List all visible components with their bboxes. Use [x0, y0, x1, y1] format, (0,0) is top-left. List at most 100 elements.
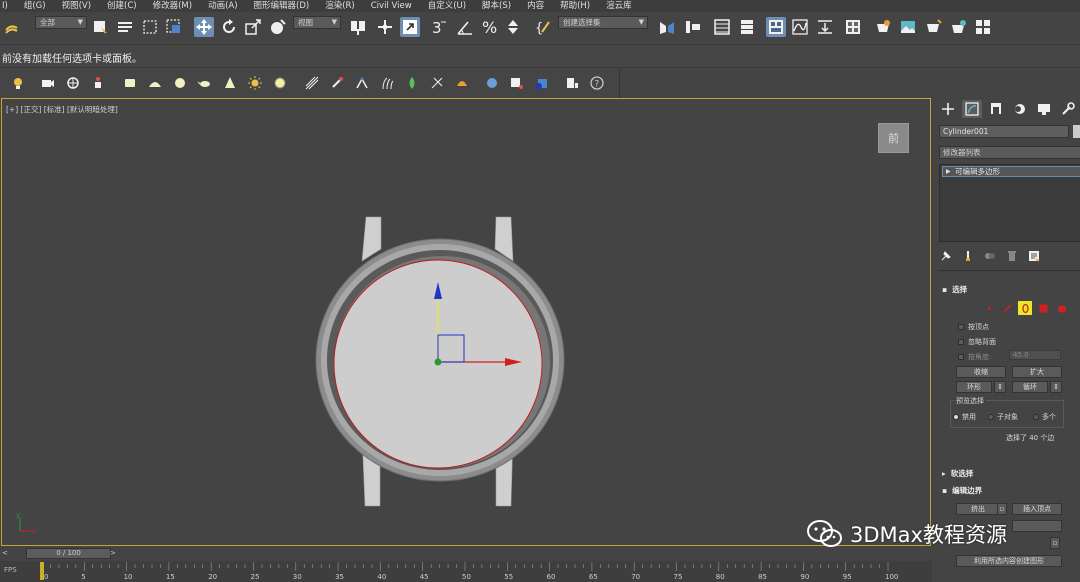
select-and-manipulate-icon[interactable]	[375, 17, 395, 37]
object-name-field[interactable]: Cylinder001	[939, 125, 1069, 138]
remove-modifier-icon[interactable]	[1005, 249, 1019, 263]
pivot-center-icon[interactable]	[348, 17, 368, 37]
by-angle-checkbox[interactable]: 按角度:	[958, 352, 991, 362]
rendered-frame-window-icon[interactable]	[898, 17, 918, 37]
curve-editor-icon[interactable]	[790, 17, 810, 37]
material-sphere-icon[interactable]	[484, 75, 500, 91]
cap-settings-button[interactable]: ▫	[1050, 537, 1060, 549]
move-tool-icon[interactable]	[194, 17, 214, 37]
rectangular-selection-icon[interactable]	[140, 17, 160, 37]
front-viewport[interactable]: y x [+] [正交] [标准] [默认明暗处理] 前	[1, 98, 931, 546]
menu-item-group[interactable]: 组(G)	[24, 0, 46, 12]
viewport-label[interactable]: [+] [正交] [标准] [默认明暗处理]	[6, 104, 118, 115]
edge-mode-icon[interactable]	[1000, 301, 1014, 315]
particle-system-icon[interactable]	[304, 75, 320, 91]
angle-snap-icon[interactable]	[455, 17, 475, 37]
ik-solver-icon[interactable]	[354, 75, 370, 91]
time-prev-button[interactable]: <	[2, 549, 8, 557]
extrude-button[interactable]: 挤出	[956, 503, 1000, 515]
foliage-icon[interactable]	[404, 75, 420, 91]
schematic-view-icon[interactable]	[815, 17, 835, 37]
menu-item-content[interactable]: 内容	[527, 0, 544, 12]
motion-tab-icon[interactable]	[1010, 100, 1030, 118]
scatter-icon[interactable]	[429, 75, 445, 91]
box-primitive-icon[interactable]	[122, 75, 138, 91]
selection-rollout-header[interactable]: ▪ 选择	[939, 284, 1080, 295]
border-mode-icon[interactable]	[1018, 301, 1032, 315]
material-editor-icon[interactable]	[843, 17, 863, 37]
shell-icon[interactable]	[454, 75, 470, 91]
rotate-tool-icon[interactable]	[219, 17, 239, 37]
time-slider-thumb[interactable]: 0 / 100	[26, 548, 111, 559]
object-color-swatch[interactable]	[1073, 125, 1080, 138]
soft-selection-rollout-header[interactable]: ▸ 软选择	[939, 468, 1080, 479]
percent-snap-icon[interactable]: %	[480, 17, 500, 37]
helper-lights-icon[interactable]	[10, 75, 26, 91]
menu-item-rendering[interactable]: 渲染(R)	[325, 0, 355, 12]
edit-named-selection-icon[interactable]: {	[533, 17, 553, 37]
time-slider[interactable]: < 0 / 100 >	[0, 546, 932, 561]
utilities-tab-icon[interactable]	[1058, 100, 1078, 118]
align-icon[interactable]	[683, 17, 703, 37]
menu-item-animation[interactable]: 动画(A)	[208, 0, 237, 12]
cone-primitive-icon[interactable]	[222, 75, 238, 91]
preview-off-radio[interactable]: 禁用	[953, 412, 976, 422]
show-end-result-icon[interactable]	[961, 249, 975, 263]
selection-filter-dropdown[interactable]: 全部 ▼	[35, 16, 87, 29]
render-gallery-icon[interactable]	[973, 17, 993, 37]
extrude-settings-button[interactable]: ▫	[997, 503, 1007, 515]
container-icon[interactable]	[564, 75, 580, 91]
biped-icon[interactable]	[90, 75, 106, 91]
scale-tool-icon[interactable]	[243, 17, 263, 37]
spinner-snap-icon[interactable]	[503, 17, 523, 37]
insert-vertex-button[interactable]: 插入顶点	[1012, 503, 1062, 515]
sphere-primitive-icon[interactable]	[172, 75, 188, 91]
menu-item-scripting[interactable]: 脚本(S)	[482, 0, 511, 12]
select-object-icon[interactable]	[90, 17, 110, 37]
reference-coordinate-dropdown[interactable]: 视图 ▼	[293, 16, 341, 29]
target-camera-icon[interactable]	[65, 75, 81, 91]
by-vertex-checkbox[interactable]: 按顶点	[958, 322, 989, 332]
menu-item-customize[interactable]: 自定义(U)	[428, 0, 466, 12]
configure-sets-icon[interactable]	[1027, 249, 1041, 263]
preview-multi-radio[interactable]: 多个	[1033, 412, 1056, 422]
keyboard-shortcut-override-icon[interactable]	[400, 17, 420, 37]
modifier-stack[interactable]: ▶ 可编辑多边形	[939, 164, 1080, 242]
current-frame-marker[interactable]	[40, 562, 44, 580]
named-selection-dropdown[interactable]: 创建选择集 ▼	[558, 16, 648, 29]
render-layer-icon[interactable]	[534, 75, 550, 91]
scene-explorer-icon[interactable]	[712, 17, 732, 37]
modifier-list-dropdown[interactable]: 修改器列表	[939, 146, 1080, 159]
ring-button[interactable]: 环形	[956, 381, 992, 393]
render-cloud-icon[interactable]	[948, 17, 968, 37]
edit-borders-rollout-header[interactable]: ▪ 编辑边界	[939, 485, 1080, 496]
menu-item-views[interactable]: 视图(V)	[62, 0, 91, 12]
hair-fur-icon[interactable]	[379, 75, 395, 91]
help-icon[interactable]: ?	[589, 75, 605, 91]
track-bar[interactable]: 0 5 10 15 20 25 30 35 40 45 50 55 60 65 70 75 80 85 90 95 10…	[0, 561, 932, 582]
border-tool-button[interactable]	[1012, 520, 1062, 532]
pin-stack-icon[interactable]	[939, 249, 953, 263]
create-shape-button[interactable]: 利用所选内容创建图形	[956, 555, 1062, 567]
hierarchy-tab-icon[interactable]	[986, 100, 1006, 118]
grow-button[interactable]: 扩大	[1012, 366, 1062, 378]
snap-toggle-icon[interactable]: 3	[429, 17, 449, 37]
loop-spinner[interactable]: ⇕	[1050, 381, 1062, 393]
display-tab-icon[interactable]	[1034, 100, 1054, 118]
menu-item-create[interactable]: 创建(C)	[107, 0, 137, 12]
place-tool-icon[interactable]	[268, 17, 288, 37]
teapot-primitive-icon[interactable]	[197, 75, 213, 91]
loop-button[interactable]: 循环	[1012, 381, 1048, 393]
ring-spinner[interactable]: ⇕	[994, 381, 1006, 393]
ribbon-toggle-icon[interactable]	[766, 17, 786, 37]
ignore-backfacing-checkbox[interactable]: 忽略背面	[958, 337, 996, 347]
menu-item-cloud-library[interactable]: 渲云库	[606, 0, 632, 12]
element-mode-icon[interactable]	[1054, 301, 1068, 315]
stack-item-editable-poly[interactable]: ▶ 可编辑多边形	[942, 166, 1080, 177]
menu-item-civil-view[interactable]: Civil View	[371, 0, 412, 12]
render-viewport-icon[interactable]	[509, 75, 525, 91]
menu-item-0[interactable]: I)	[2, 0, 8, 12]
select-by-name-icon[interactable]	[115, 17, 135, 37]
sun-light-icon[interactable]	[247, 75, 263, 91]
modify-tab-icon[interactable]	[962, 100, 982, 118]
